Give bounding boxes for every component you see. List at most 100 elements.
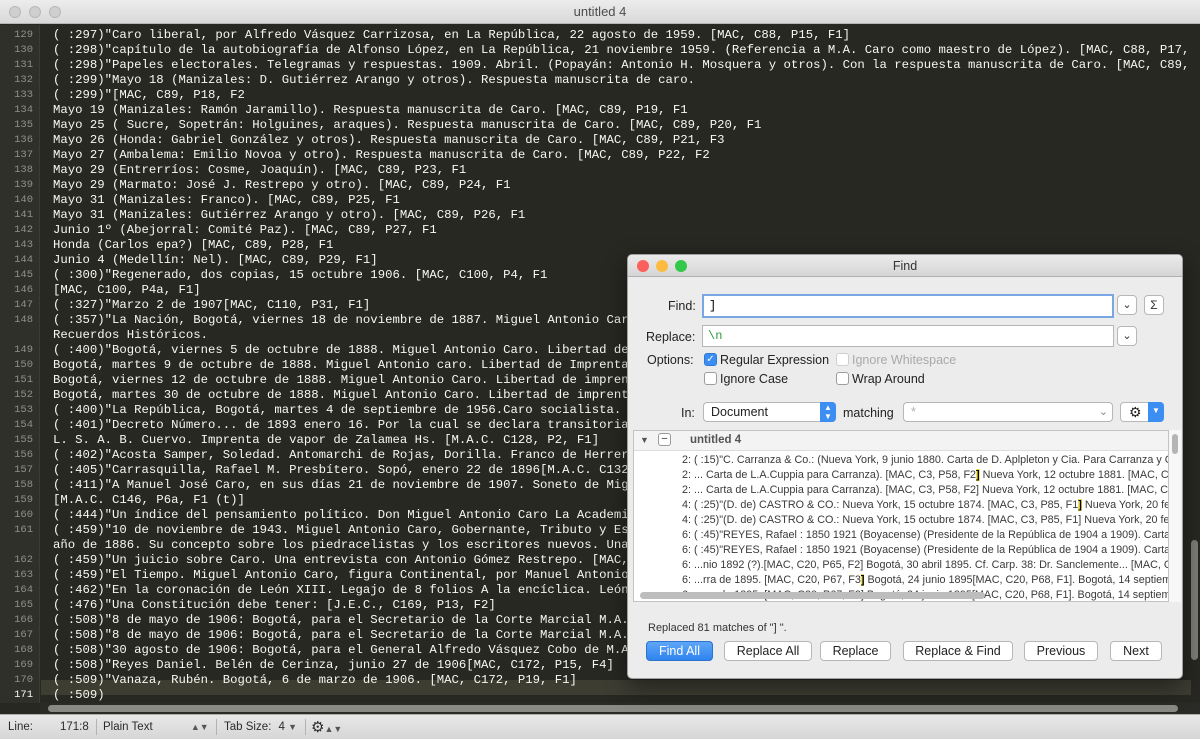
find-titlebar[interactable]: Find: [628, 255, 1182, 277]
line-number: 133: [14, 89, 33, 101]
line-number: 168: [14, 644, 33, 656]
result-row[interactable]: 6: ...nio 1892 (?).[MAC, C20, P65, F2] B…: [682, 558, 1168, 573]
cursor-position: 171:8: [60, 721, 89, 733]
wrap-around-checkbox[interactable]: [836, 372, 849, 385]
result-row[interactable]: 6: ( :45)"REYES, Rafael : 1850 1921 (Boy…: [682, 543, 1169, 558]
matching-pattern-value: *: [911, 405, 916, 419]
editor-titlebar[interactable]: untitled 4: [0, 0, 1200, 24]
replace-all-button[interactable]: Replace All: [724, 641, 812, 661]
gear-icon[interactable]: ⚙▲▼: [311, 718, 342, 736]
replace-button[interactable]: Replace: [820, 641, 891, 661]
line-number: 147: [14, 299, 33, 311]
result-text: 6: ( :45)"REYES, Rafael : 1850 1921 (Boy…: [682, 529, 1169, 541]
previous-button[interactable]: Previous: [1024, 641, 1098, 661]
line-number: 140: [14, 194, 33, 206]
settings-menu-button[interactable]: ⚙ ▼: [1120, 402, 1164, 422]
options-label: Options:: [647, 353, 694, 367]
line-number: 153: [14, 404, 33, 416]
syntax-label: Plain Text: [103, 721, 153, 733]
results-file-title: untitled 4: [690, 434, 742, 446]
code-line: ( :462)"En la coronación de León XIII. L…: [53, 583, 688, 597]
code-line: Junio 1º (Abejorral: Comité Paz). [MAC, …: [53, 223, 437, 237]
code-line: ( :401)"Decreto Número... de 1893 enero …: [53, 418, 688, 432]
disclosure-triangle-icon[interactable]: ▼: [640, 435, 649, 445]
regex-checkbox[interactable]: ✓: [704, 353, 717, 366]
result-text: 6: ( :45)"REYES, Rafael : 1850 1921 (Boy…: [682, 544, 1169, 556]
results-list[interactable]: ▼ − untitled 4 2: ( :15)"C. Carranza & C…: [633, 430, 1169, 602]
code-line: ( :508)"Reyes Daniel. Belén de Cerinza, …: [53, 658, 614, 672]
replace-history-chevron-icon[interactable]: ⌄: [1117, 326, 1137, 346]
find-title: Find: [892, 259, 918, 273]
line-number: 156: [14, 449, 33, 461]
find-all-button[interactable]: Find All: [646, 641, 713, 661]
matching-label: matching: [843, 406, 894, 420]
find-input[interactable]: ]: [702, 294, 1114, 318]
code-line: ( :298)"capítulo de la autobiografía de …: [53, 43, 1193, 57]
line-number: 144: [14, 254, 33, 266]
ignore-whitespace-checkbox[interactable]: [836, 353, 849, 366]
line-number: 148: [14, 314, 33, 326]
result-row[interactable]: 2: ... Carta de L.A.Cuppia para Carranza…: [682, 483, 1168, 498]
line-number: 171: [14, 689, 33, 701]
line-number: 146: [14, 284, 33, 296]
line-number: 143: [14, 239, 33, 251]
line-number: 132: [14, 74, 33, 86]
horizontal-scrollbar[interactable]: [40, 703, 1200, 714]
tab-size-selector[interactable]: Tab Size: 4 ▼: [224, 721, 297, 733]
line-number: 157: [14, 464, 33, 476]
status-bar: Line: 171:8 Plain Text ▲▼ Tab Size: 4 ▼ …: [0, 714, 1200, 739]
collapse-toggle-icon[interactable]: −: [658, 433, 671, 446]
result-row[interactable]: 6: ( :45)"REYES, Rafael : 1850 1921 (Boy…: [682, 528, 1169, 543]
chevron-updown-icon: ▲▼: [324, 724, 343, 734]
line-number: 136: [14, 134, 33, 146]
horizontal-scroll-thumb[interactable]: [48, 705, 1178, 712]
code-line: ( :411)"A Manuel José Caro, en sus días …: [53, 478, 688, 492]
sigma-button[interactable]: Σ: [1144, 295, 1164, 315]
find-history-chevron-icon[interactable]: ⌄: [1117, 295, 1137, 315]
vertical-scroll-thumb[interactable]: [1191, 540, 1198, 660]
code-line: ( :299)"Mayo 18 (Manizales: D. Gutiérrez…: [53, 73, 696, 87]
line-number: 135: [14, 119, 33, 131]
code-line: Mayo 31 (Manizales: Franco). [MAC, C89, …: [53, 193, 400, 207]
line-number: 152: [14, 389, 33, 401]
replace-and-find-button[interactable]: Replace & Find: [903, 641, 1013, 661]
code-line: Bogotá, martes 9 de octubre de 1888. Mig…: [53, 358, 688, 372]
code-line: Mayo 29 (Entrerríos: Cosme, Joaquín). [M…: [53, 163, 467, 177]
line-number: 142: [14, 224, 33, 236]
results-vertical-scroll-thumb[interactable]: [1172, 434, 1178, 454]
chevron-down-icon: ⌄: [1098, 406, 1108, 418]
line-number: 164: [14, 584, 33, 596]
code-line: ( :299)"[MAC, C89, P18, F2: [53, 88, 245, 102]
line-number: 131: [14, 59, 33, 71]
code-line: Bogotá, martes 30 de octubre de 1888. Mi…: [53, 388, 688, 402]
result-text-after: Bogotá, 24 junio 1895[MAC, C20, P68, F1]…: [864, 574, 1169, 586]
code-line: Junio 4 (Medellín: Nel). [MAC, C89, P29,…: [53, 253, 378, 267]
line-number: 138: [14, 164, 33, 176]
code-line: ( :459)"10 de noviembre de 1943. Miguel …: [53, 523, 681, 537]
code-line: ( :459)"El Tiempo. Miguel Antonio Caro, …: [53, 568, 688, 582]
results-horizontal-scroll-thumb[interactable]: [640, 592, 985, 599]
line-number: 162: [14, 554, 33, 566]
code-line: ( :508)"30 agosto de 1906: Bogotá, para …: [53, 643, 688, 657]
line-number: 134: [14, 104, 33, 116]
ignore-case-checkbox[interactable]: [704, 372, 717, 385]
replace-input[interactable]: \n: [702, 325, 1114, 347]
search-scope-select[interactable]: Document ▲ ▼: [703, 402, 836, 422]
chevron-updown-icon: ▲▼: [820, 402, 836, 422]
result-row[interactable]: 6: ...rra de 1895. [MAC, C20, P67, F3] B…: [682, 573, 1169, 588]
matching-pattern-input[interactable]: * ⌄: [903, 402, 1113, 422]
results-vertical-scrollbar[interactable]: [1169, 430, 1181, 602]
result-row[interactable]: 4: ( :25)"(D. de) CASTRO & CO.: Nueva Yo…: [682, 498, 1168, 513]
in-label: In:: [681, 406, 695, 420]
results-header[interactable]: ▼ − untitled 4: [634, 431, 1168, 451]
code-line: ( :405)"Carrasquilla, Rafael M. Presbíte…: [53, 463, 688, 477]
result-row[interactable]: 4: ( :25)"(D. de) CASTRO & CO.: Nueva Yo…: [682, 513, 1168, 528]
code-line: Honda (Carlos epa?) [MAC, C89, P28, F1: [53, 238, 334, 252]
code-line: ( :357)"La Nación, Bogotá, viernes 18 de…: [53, 313, 688, 327]
syntax-selector[interactable]: Plain Text ▲▼: [103, 721, 209, 733]
chevron-updown-icon: ▲▼: [190, 722, 209, 732]
line-number: 163: [14, 569, 33, 581]
next-button[interactable]: Next: [1110, 641, 1162, 661]
result-row[interactable]: 2: ( :15)"C. Carranza & Co.: (Nueva York…: [682, 453, 1168, 468]
result-row[interactable]: 2: ... Carta de L.A.Cuppia para Carranza…: [682, 468, 1168, 483]
